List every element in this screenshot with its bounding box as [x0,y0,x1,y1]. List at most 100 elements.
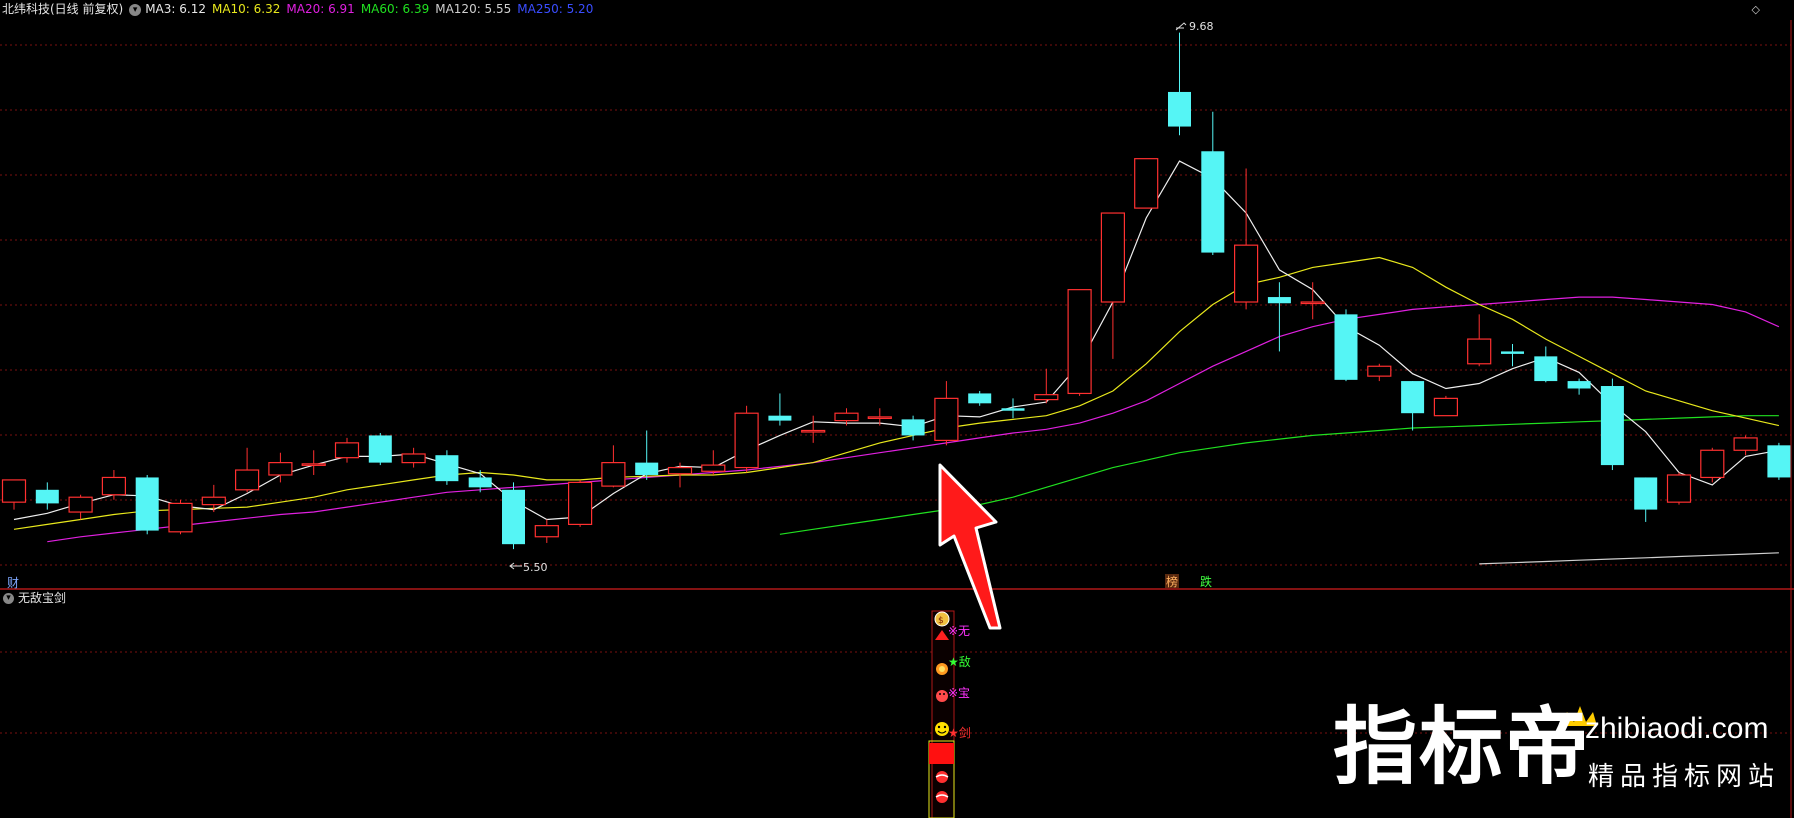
candle-body [1433,397,1459,417]
ball-icon-2 [935,791,949,803]
candle-body [268,462,293,476]
low-price-label: 5.50 [523,561,548,574]
candle [368,432,392,466]
tag-bang[interactable]: 榜 [1166,574,1178,589]
candle-body [1034,394,1059,401]
candle-body [667,466,693,475]
candle [1700,447,1725,483]
candle [734,405,759,473]
candle-body [1367,365,1392,377]
candle-body [201,496,226,506]
candle-body [1767,445,1791,478]
candle-body [1567,381,1591,389]
candle-body [168,502,193,533]
candle-body [435,455,459,482]
candle-body [1267,297,1291,304]
tag-die[interactable]: 跌 [1200,574,1212,589]
candle-body [401,453,426,464]
candle [1067,289,1092,396]
candle [1433,395,1459,417]
candle-body [1001,408,1025,411]
watermark-brand: 指标帝 [1333,698,1592,796]
candle-body [1233,244,1259,303]
candle-body [1634,477,1658,510]
sub-indicator-menu-icon[interactable]: ▾ [3,593,14,604]
candle-body [1168,91,1191,127]
candle-body [534,525,559,538]
candle [1134,158,1159,209]
candle-body [734,412,759,469]
candle-body [1534,356,1558,382]
candle [502,482,525,550]
candle [1666,472,1692,505]
candle-body [301,463,326,466]
candle [1334,309,1358,382]
candle-body [968,393,992,404]
svg-text:$: $ [938,616,944,626]
ma120-indicator: MA120: 5.55 [435,2,512,16]
candle-body [1134,158,1159,209]
signal-column: $ [928,610,955,818]
candle-body [35,489,59,504]
signal-label-bao: ※宝 [948,686,970,700]
candle-body [1467,338,1492,365]
candle-body [1334,314,1358,380]
candle-body [502,489,525,545]
sub-chart-title: 无敌宝剑 [18,591,67,605]
red-face-icon [936,690,948,702]
candle-body [1401,381,1425,414]
candle-body [101,476,127,496]
candle-body [468,477,492,488]
stock-title: 北纬科技(日线 前复权) [2,2,124,16]
candle-body [1501,351,1524,354]
candle-body [368,435,392,463]
candle-body [567,481,593,526]
moneybag-icon: $ [934,611,950,627]
candle-body [1666,474,1692,503]
candle [1767,442,1791,480]
candle [135,474,159,535]
chart-stage: 9.68 5.50 榜 跌 $ ※无 ★敌 ※宝 ★剑 [0,0,1794,818]
signal-label-wu: ※无 [948,624,970,638]
candle-body [135,477,159,531]
ma3-indicator: MA3: 6.12 [145,2,206,16]
indicator-menu-icon[interactable]: ▾ [129,3,142,16]
candle-body [1067,289,1092,395]
candle-body [1,479,27,503]
candle [168,499,193,535]
candle-body [768,415,792,421]
high-price-label: 9.68 [1189,20,1214,33]
candle-body [867,416,892,420]
candle-body [901,419,925,436]
candle-body [934,397,959,441]
candle-body [1733,437,1758,451]
ball-icon-1 [935,771,949,783]
watermark-slogan: 精品指标网站 [1588,762,1781,792]
sun-icon [936,663,948,675]
chart-header: 北纬科技(日线 前复权) ▾ MA3: 6.12 MA10: 6.32 MA20: 6.… [0,0,1794,18]
watermark-domain: zhibiaodi.com [1585,712,1769,745]
candle-body [1600,386,1624,466]
candle-body [834,412,859,422]
candle [567,479,593,527]
candle-body [68,496,93,513]
candle-body [235,469,260,491]
candle-body [1300,301,1325,305]
candle-body [334,442,360,459]
candle-body [1201,151,1225,253]
smiley-icon [935,722,949,736]
candle-body [601,462,626,487]
ma250-indicator: MA250: 5.20 [517,2,594,16]
ma20-indicator: MA20: 6.91 [286,2,355,16]
candle [435,450,459,485]
candle-body [1100,212,1126,303]
sub-chart-header: ▾ 无敌宝剑 [0,589,66,607]
candle-body [635,462,659,475]
signal-label-di: ★敌 [948,654,971,669]
candle-body [1700,449,1725,479]
ma60-indicator: MA60: 6.39 [360,2,430,16]
signal-label-jian: ★剑 [948,725,971,740]
candle-body [701,464,726,472]
red-signal-block [929,743,954,764]
collapse-diamond-icon[interactable]: ◇ [1752,3,1760,16]
